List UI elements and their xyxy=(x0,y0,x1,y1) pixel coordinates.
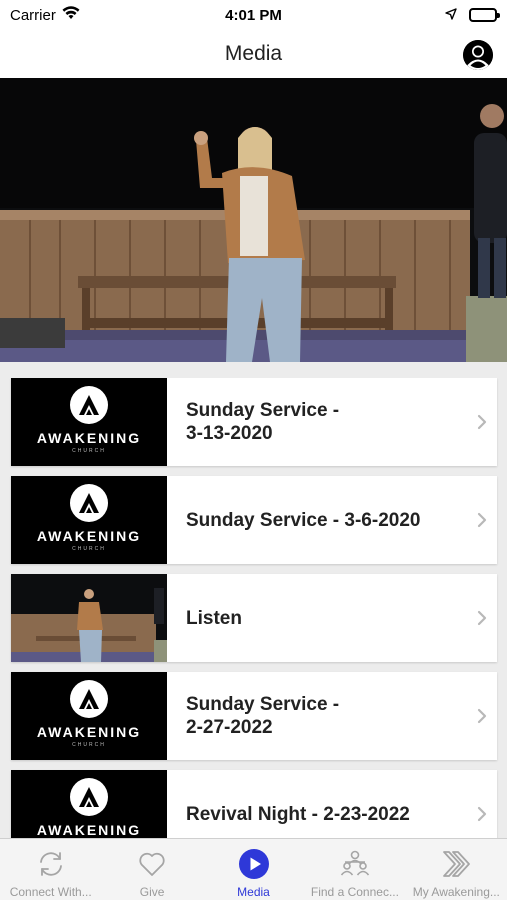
chevron-right-icon xyxy=(467,512,497,528)
media-item-title-line1: Sunday Service - 3-6-2020 xyxy=(186,509,421,531)
double-chevron-icon xyxy=(439,847,473,881)
tab-label: Find a Connec... xyxy=(310,885,399,899)
people-icon xyxy=(338,847,372,881)
awakening-logo-thumbnail: AWAKENING CHURCH xyxy=(11,378,167,466)
chevron-right-icon xyxy=(467,806,497,822)
page-title: Media xyxy=(224,42,283,65)
media-list: AWAKENING CHURCH Sunday Service - 3-13-2… xyxy=(0,378,507,838)
media-item-sunday-service-2-27-2022[interactable]: AWAKENING CHURCH Sunday Service - 2-27-2… xyxy=(11,672,497,760)
chevron-right-icon xyxy=(467,414,497,430)
media-item-sunday-service-3-13-2020[interactable]: AWAKENING CHURCH Sunday Service - 3-13-2… xyxy=(11,378,497,466)
logo-subtext: CHURCH xyxy=(72,742,106,748)
media-item-title-line1: Sunday Service - xyxy=(186,400,340,421)
logo-wordmark: AWAKENING xyxy=(36,528,142,544)
media-item-revival-night-2-23-2022[interactable]: AWAKENING CHURCH Revival Night - 2-23-20… xyxy=(11,770,497,838)
status-left: Carrier xyxy=(10,6,150,24)
media-item-sunday-service-3-6-2020[interactable]: AWAKENING CHURCH Sunday Service - 3-6-20… xyxy=(11,476,497,564)
chevron-right-icon xyxy=(467,610,497,626)
media-item-title-line1: Sunday Service - xyxy=(186,694,340,715)
media-item-title: Revival Night - 2-23-2022 xyxy=(167,803,467,826)
awakening-logo-icon xyxy=(70,680,108,718)
awakening-logo-thumbnail: AWAKENING CHURCH xyxy=(11,770,167,838)
tab-bar: Connect With... Give Media Find a Connec… xyxy=(0,838,507,900)
awakening-logo-icon xyxy=(70,778,108,816)
tab-label: My Awakening... xyxy=(412,885,500,899)
hero-image xyxy=(0,78,507,362)
media-item-title-line2: 2-27-2022 xyxy=(186,717,273,738)
tab-find-a-connect[interactable]: Find a Connec... xyxy=(304,839,405,900)
awakening-logo-icon xyxy=(70,484,108,522)
heart-icon xyxy=(135,847,169,881)
awakening-logo-icon xyxy=(70,386,108,424)
profile-button[interactable] xyxy=(463,40,493,70)
battery-icon xyxy=(468,8,500,22)
carrier-label: Carrier xyxy=(10,6,56,24)
refresh-icon xyxy=(34,847,68,881)
media-item-title-line1: Listen xyxy=(186,607,242,629)
tab-media[interactable]: Media xyxy=(203,839,304,900)
status-time: 4:01 PM xyxy=(225,6,282,24)
logo-subtext: CHURCH xyxy=(72,448,106,454)
status-right xyxy=(357,7,500,24)
tab-give[interactable]: Give xyxy=(101,839,202,900)
stage-photo-thumbnail xyxy=(11,574,167,662)
logo-wordmark: AWAKENING xyxy=(36,822,142,838)
logo-wordmark: AWAKENING xyxy=(36,430,142,446)
navigation-bar: Media xyxy=(0,30,507,78)
location-arrow-icon xyxy=(445,7,457,24)
media-item-listen[interactable]: Listen xyxy=(11,574,497,662)
awakening-logo-thumbnail: AWAKENING CHURCH xyxy=(11,476,167,564)
media-item-title: Sunday Service - 3-13-2020 xyxy=(167,399,467,445)
tab-my-awakening[interactable]: My Awakening... xyxy=(406,839,507,900)
wifi-icon xyxy=(62,6,80,24)
tab-label: Media xyxy=(237,885,270,899)
tab-label: Give xyxy=(139,885,165,899)
status-bar: Carrier 4:01 PM xyxy=(0,0,507,30)
person-circle-icon xyxy=(463,40,493,70)
play-circle-icon xyxy=(237,847,271,881)
media-item-title-line2: 3-13-2020 xyxy=(186,423,273,444)
tab-connect-with[interactable]: Connect With... xyxy=(0,839,101,900)
chevron-right-icon xyxy=(467,708,497,724)
media-item-title: Sunday Service - 3-6-2020 xyxy=(167,509,467,532)
logo-wordmark: AWAKENING xyxy=(36,724,142,740)
media-item-title: Listen xyxy=(167,607,467,630)
logo-subtext: CHURCH xyxy=(72,546,106,552)
awakening-logo-thumbnail: AWAKENING CHURCH xyxy=(11,672,167,760)
media-item-title: Sunday Service - 2-27-2022 xyxy=(167,693,467,739)
tab-label: Connect With... xyxy=(9,885,92,899)
media-item-title-line1: Revival Night - 2-23-2022 xyxy=(186,803,410,825)
